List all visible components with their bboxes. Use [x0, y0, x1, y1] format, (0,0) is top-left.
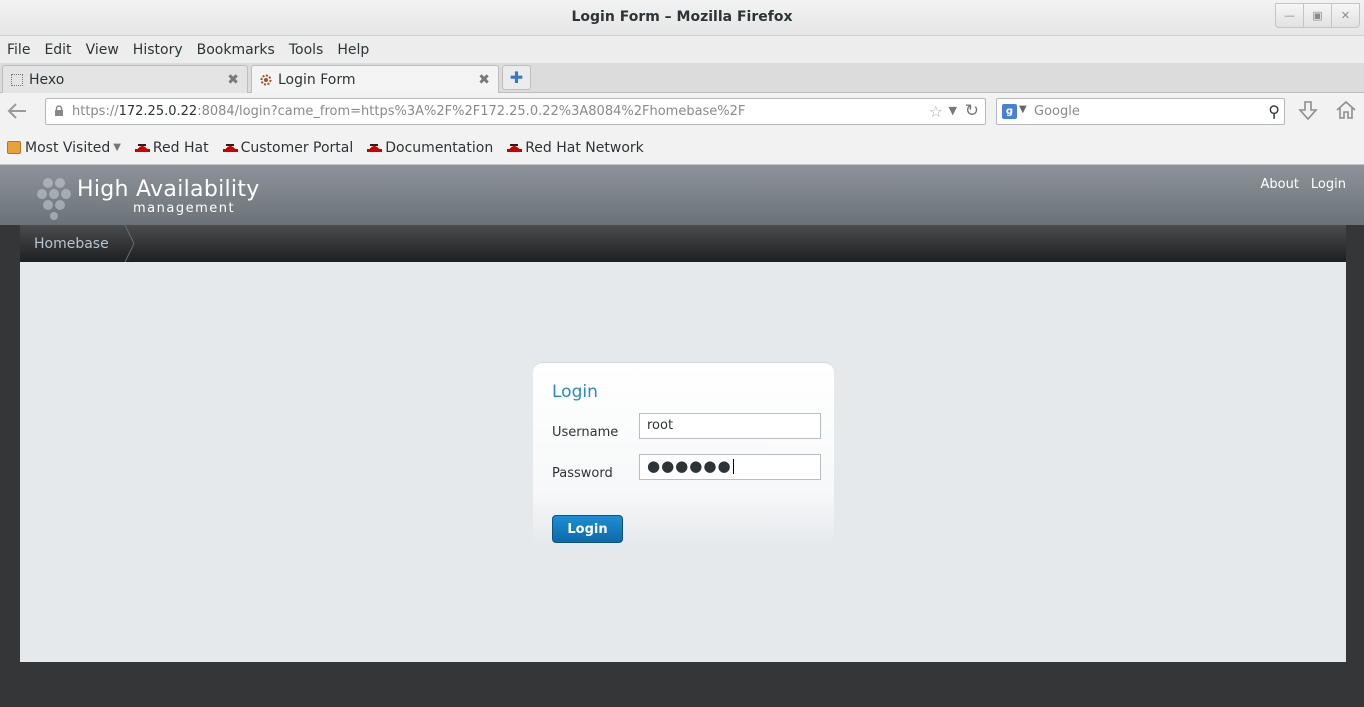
back-button[interactable]: [6, 101, 32, 123]
bookmark-most-visited[interactable]: Most Visited ▼: [7, 140, 121, 156]
username-label: Username: [552, 425, 619, 440]
bookmark-customer-portal[interactable]: Customer Portal: [222, 140, 353, 156]
menu-help[interactable]: Help: [337, 42, 369, 58]
menu-edit[interactable]: Edit: [44, 42, 71, 58]
lock-icon: [54, 105, 64, 117]
plus-icon: ✚: [509, 68, 524, 87]
breadcrumb-homebase[interactable]: Homebase: [34, 236, 109, 252]
tab-label: Login Form: [278, 72, 356, 88]
password-input[interactable]: ●●●●●●: [639, 454, 821, 480]
app-banner: High Availability management About Login: [0, 165, 1364, 225]
bookmark-red-hat[interactable]: Red Hat: [134, 140, 209, 156]
gear-icon: [260, 74, 272, 86]
username-input[interactable]: root: [639, 413, 821, 439]
google-icon[interactable]: g: [1002, 104, 1017, 119]
menu-tools[interactable]: Tools: [289, 42, 324, 58]
tab-hexo[interactable]: Hexo ✖: [2, 65, 248, 93]
login-heading: Login: [552, 382, 598, 402]
bookmark-red-hat-network[interactable]: Red Hat Network: [507, 140, 644, 156]
login-button[interactable]: Login: [552, 515, 623, 543]
menu-view[interactable]: View: [86, 42, 119, 58]
menu-file[interactable]: File: [7, 42, 30, 58]
bookmark-star-icon[interactable]: ☆: [929, 102, 943, 121]
url-text[interactable]: https://172.25.0.22:8084/login?came_from…: [72, 104, 745, 119]
redhat-icon: [507, 141, 523, 154]
close-icon[interactable]: ✕: [1331, 3, 1360, 28]
logo-icon: [28, 173, 80, 223]
breadcrumb-separator: [124, 225, 135, 262]
close-tab-icon[interactable]: ✖: [478, 72, 490, 88]
redhat-icon: [222, 141, 238, 154]
app-title: High Availability: [77, 177, 260, 202]
tab-strip: Hexo ✖ Login Form ✖: [0, 63, 1364, 94]
url-bar[interactable]: https://172.25.0.22:8084/login?came_from…: [45, 98, 986, 125]
maximize-icon[interactable]: ▣: [1303, 3, 1332, 28]
tab-login-form[interactable]: Login Form ✖: [251, 65, 499, 94]
chevron-down-icon: ▼: [113, 142, 121, 153]
search-bar[interactable]: g ▼ Google ⚲: [996, 98, 1285, 125]
top-links: About Login: [1248, 177, 1346, 192]
back-arrow-icon: [7, 103, 26, 119]
menu-bookmarks[interactable]: Bookmarks: [197, 42, 275, 58]
window-title: Login Form – Mozilla Firefox: [571, 9, 793, 25]
login-link[interactable]: Login: [1311, 177, 1346, 192]
navigation-bar: https://172.25.0.22:8084/login?came_from…: [0, 93, 1364, 131]
folder-icon: [7, 141, 21, 154]
redhat-icon: [367, 141, 383, 154]
app-subtitle: management: [133, 201, 236, 216]
new-tab-button[interactable]: ✚: [502, 65, 531, 90]
menu-bar: File Edit View History Bookmarks Tools H…: [0, 36, 1364, 63]
web-page: High Availability management About Login…: [0, 165, 1364, 707]
breadcrumb: Homebase: [20, 225, 1346, 262]
close-tab-icon[interactable]: ✖: [227, 72, 239, 88]
tab-label: Hexo: [29, 71, 65, 88]
home-icon[interactable]: [1335, 99, 1357, 126]
chevron-down-icon[interactable]: ▼: [1019, 104, 1027, 115]
history-dropdown-icon[interactable]: ▼: [949, 104, 957, 117]
reload-icon[interactable]: ↻: [965, 101, 979, 121]
blank-page-icon: [11, 73, 23, 86]
about-link[interactable]: About: [1260, 177, 1298, 192]
search-placeholder: Google: [1034, 104, 1080, 119]
downloads-icon[interactable]: [1298, 100, 1318, 127]
search-icon[interactable]: ⚲: [1268, 102, 1280, 121]
window-titlebar: Login Form – Mozilla Firefox — ▣ ✕: [0, 0, 1364, 36]
menu-history[interactable]: History: [133, 42, 183, 58]
main-content: Login Username root Password ●●●●●● Logi…: [20, 262, 1346, 662]
password-label: Password: [552, 466, 613, 481]
redhat-icon: [134, 141, 150, 154]
bookmark-documentation[interactable]: Documentation: [367, 140, 493, 156]
window-controls: — ▣ ✕: [1275, 3, 1360, 28]
bookmarks-toolbar: Most Visited ▼ Red Hat Customer Portal D…: [0, 131, 1364, 165]
minimize-icon[interactable]: —: [1275, 3, 1304, 28]
text-cursor: [732, 459, 734, 474]
login-form: Login Username root Password ●●●●●● Logi…: [533, 362, 834, 546]
